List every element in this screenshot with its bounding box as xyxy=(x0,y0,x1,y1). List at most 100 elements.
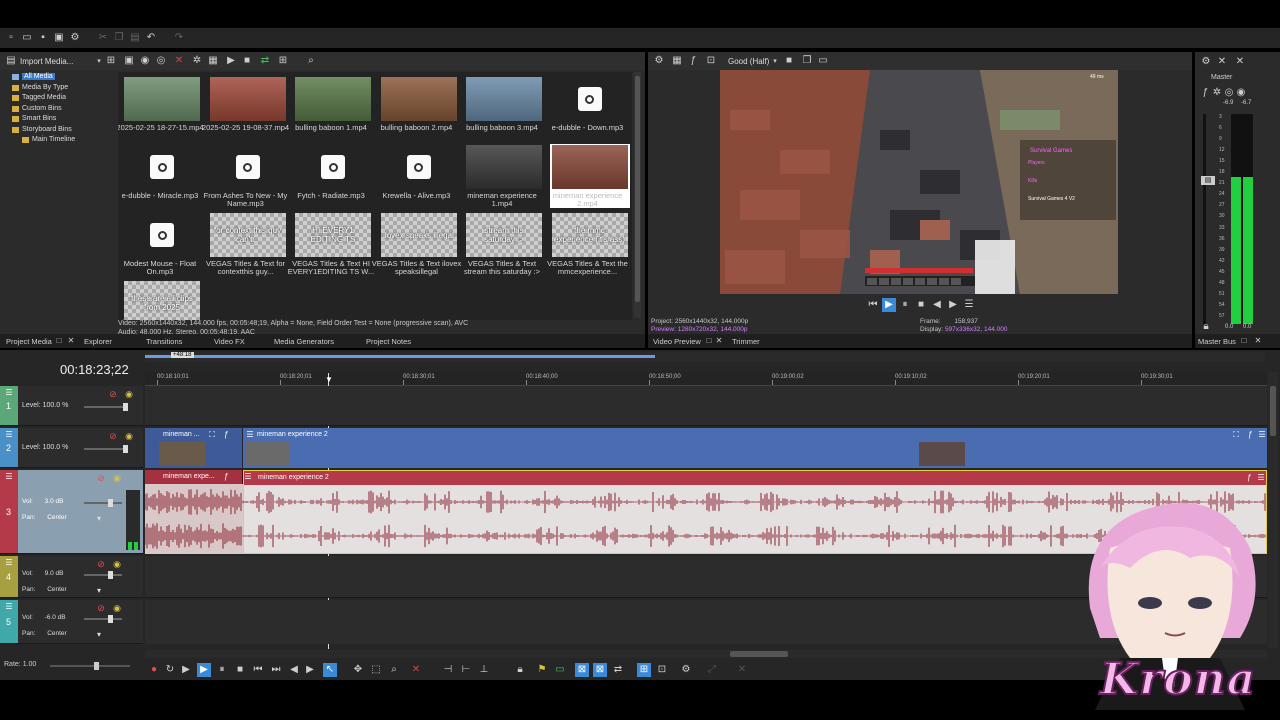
tab-trimmer[interactable]: Trimmer xyxy=(732,337,760,346)
master-dock-icon[interactable]: □ xyxy=(1237,334,1251,348)
time-ruler[interactable]: 00:18:10;01 00:18:20;01 00:18:30;01 00:18:4… xyxy=(145,372,1267,386)
audio-event-menu-icon[interactable]: ☰ xyxy=(241,470,255,484)
media-item[interactable]: Fytch - Radiate.mp3 xyxy=(293,144,373,208)
selection-tool-icon[interactable]: ⬚ xyxy=(369,663,383,677)
master-close-icon[interactable]: ✕ xyxy=(1233,55,1247,69)
media-item[interactable]: 2025-02-25 18-27-15.mp4 xyxy=(118,76,204,140)
import-media-icon[interactable]: ▤ xyxy=(4,54,18,68)
undo-icon[interactable]: ↶ xyxy=(144,31,158,45)
video-event-1[interactable]: mineman ... ⛶ ƒ xyxy=(145,428,243,468)
ignore-grouping-icon[interactable]: ⚙ xyxy=(679,663,693,677)
event-menu2-icon[interactable]: ☰ xyxy=(1255,428,1269,442)
search-icon[interactable]: ⌕ xyxy=(304,54,318,68)
go-end-icon[interactable]: ⏭ xyxy=(269,663,283,677)
tab-left-2[interactable]: Transitions xyxy=(146,337,182,346)
prev-frame-icon[interactable]: ⏮ xyxy=(866,298,880,312)
copy-icon[interactable]: ❐ xyxy=(112,31,126,45)
capture-icon[interactable]: ▣ xyxy=(122,54,136,68)
playhead-handle-icon[interactable]: ▼ xyxy=(322,373,336,387)
redo-icon[interactable]: ↷ xyxy=(172,31,186,45)
delete-icon[interactable]: ✕ xyxy=(409,663,423,677)
record-icon[interactable]: ● xyxy=(147,663,161,677)
open-icon[interactable]: ▭ xyxy=(20,31,34,45)
event-grouping-icon[interactable]: ⊞ xyxy=(637,663,651,677)
track-menu-icon[interactable]: ☰ xyxy=(2,386,16,400)
disabled-tool-1-icon[interactable]: ⤢ xyxy=(705,663,719,677)
track-header-3[interactable]: 3 ☰ ⊘ ◉ Vol: 3.0 dB Pan: Center ▾ xyxy=(0,470,143,554)
play-from-start-icon[interactable]: ▶ xyxy=(179,663,193,677)
rate-slider[interactable] xyxy=(50,662,130,670)
play-preview-button[interactable]: ▶ xyxy=(882,298,896,312)
track-menu-icon[interactable]: ☰ xyxy=(2,556,16,570)
lock-events-icon[interactable]: 🔒︎ xyxy=(513,663,527,677)
render-icon[interactable]: ⚙ xyxy=(68,31,82,45)
audio-event-fx-icon[interactable]: ƒ xyxy=(219,470,233,484)
overlays-icon[interactable]: ■ xyxy=(782,54,796,68)
track-solo-icon[interactable]: ◉ xyxy=(110,471,124,485)
marker-icon[interactable]: ⚑ xyxy=(535,663,549,677)
preview-quality-select[interactable]: Good (Half) xyxy=(728,57,769,66)
master-fx-icon[interactable]: ✕ xyxy=(1215,55,1229,69)
overlay-icon[interactable]: ⊡ xyxy=(704,54,718,68)
tab-left-0[interactable]: Project Media xyxy=(6,337,52,346)
play-button[interactable]: ▶ xyxy=(197,663,211,677)
track-solo-icon[interactable]: ◉ xyxy=(110,601,124,615)
vol-slider[interactable] xyxy=(84,499,122,507)
play-icon[interactable]: ▶ xyxy=(224,54,238,68)
new-icon[interactable]: ▫ xyxy=(4,31,18,45)
forward-icon[interactable]: ▶ xyxy=(946,298,960,312)
auto-ripple-icon[interactable]: ⊠ xyxy=(593,663,607,677)
media-item[interactable]: ilovex speaks illegal VEGAS Titles & Text… xyxy=(372,212,461,276)
track-1-lane[interactable] xyxy=(145,386,1267,426)
get-media-icon[interactable]: ◉ xyxy=(138,54,152,68)
track-header-1[interactable]: 1 ☰ ⊘ ◉ Level: 100.0 % xyxy=(0,386,143,426)
track-solo-icon[interactable]: ◉ xyxy=(122,387,136,401)
project-media-close-icon[interactable]: ✕ xyxy=(64,334,78,348)
stop-icon[interactable]: ■ xyxy=(240,54,254,68)
split-icon[interactable]: ⊢ xyxy=(459,663,473,677)
tree-item[interactable]: Smart Bins xyxy=(4,114,116,125)
cut-icon[interactable]: ✂ xyxy=(96,31,110,45)
tree-item[interactable]: Media By Type xyxy=(4,83,116,94)
split-screen-icon[interactable]: ▦ xyxy=(670,54,684,68)
media-item[interactable]: Modest Mouse - Float On.mp3 xyxy=(122,212,202,276)
media-item[interactable]: mineman experience 2.mp4 xyxy=(549,144,630,208)
track-mute-icon[interactable]: ⊘ xyxy=(94,557,108,571)
event-menu-icon[interactable]: ☰ xyxy=(243,428,257,442)
tree-item[interactable]: Tagged Media xyxy=(4,93,116,104)
save-as-icon[interactable]: ▣ xyxy=(52,31,66,45)
disabled-tool-2-icon[interactable]: ✕ xyxy=(735,663,749,677)
track-solo-icon[interactable]: ◉ xyxy=(122,429,136,443)
event-crop2-icon[interactable]: ⛶ xyxy=(1229,428,1243,442)
tab-left-1[interactable]: Explorer xyxy=(84,337,112,346)
master-settings-icon[interactable]: ⚙ xyxy=(1199,55,1213,69)
lock-icon[interactable]: 🔒︎ xyxy=(1199,320,1213,334)
media-item[interactable]: e-dubble - Down.mp3 xyxy=(550,76,630,140)
web-icon[interactable]: ◎ xyxy=(154,54,168,68)
preview-settings-icon[interactable]: ⚙ xyxy=(652,54,666,68)
media-item[interactable]: stream this saturday :> VEGAS Titles & Te… xyxy=(464,212,544,276)
media-item[interactable]: the mmc experience (it's ass) VEGAS Title… xyxy=(547,212,630,276)
pause-icon[interactable]: ⏸ xyxy=(898,298,912,312)
menu-icon[interactable]: ☰ xyxy=(962,298,976,312)
track-menu-icon[interactable]: ☰ xyxy=(2,600,16,614)
loop-icon[interactable]: ↻ xyxy=(163,663,177,677)
trim-icon[interactable]: ⊣ xyxy=(441,663,455,677)
track-header-4[interactable]: 4 ☰ ⊘ ◉ Vol: 9.0 dB Pan: Center ▾ xyxy=(0,556,143,598)
tab-left-3[interactable]: Video FX xyxy=(214,337,245,346)
media-item[interactable]: mineman experience 1.mp4 xyxy=(464,144,544,208)
media-fx-icon[interactable]: ✲ xyxy=(190,54,204,68)
event-crop-icon[interactable]: ⛶ xyxy=(205,428,219,442)
quality-dropdown-icon[interactable]: ▾ xyxy=(768,54,782,68)
media-item[interactable]: these are all clips from 2025 xyxy=(122,280,202,320)
tab-left-5[interactable]: Project Notes xyxy=(366,337,411,346)
pan-dropdown-icon[interactable]: ▾ xyxy=(92,628,106,642)
track-solo-icon[interactable]: ◉ xyxy=(110,557,124,571)
media-item[interactable]: for context this guy can't... VEGAS Title… xyxy=(206,212,288,276)
video-event-2[interactable]: ☰ mineman experience 2 ⛶ ƒ ☰ xyxy=(243,428,1267,468)
envelope-tool-icon[interactable]: ✥ xyxy=(351,663,365,677)
media-item[interactable]: bulling baboon 1.mp4 xyxy=(293,76,373,140)
tree-item[interactable]: All Media xyxy=(4,72,116,83)
lock-envelopes-icon[interactable]: ⊡ xyxy=(655,663,669,677)
media-item[interactable]: Krewella - Alive.mp3 xyxy=(379,144,459,208)
